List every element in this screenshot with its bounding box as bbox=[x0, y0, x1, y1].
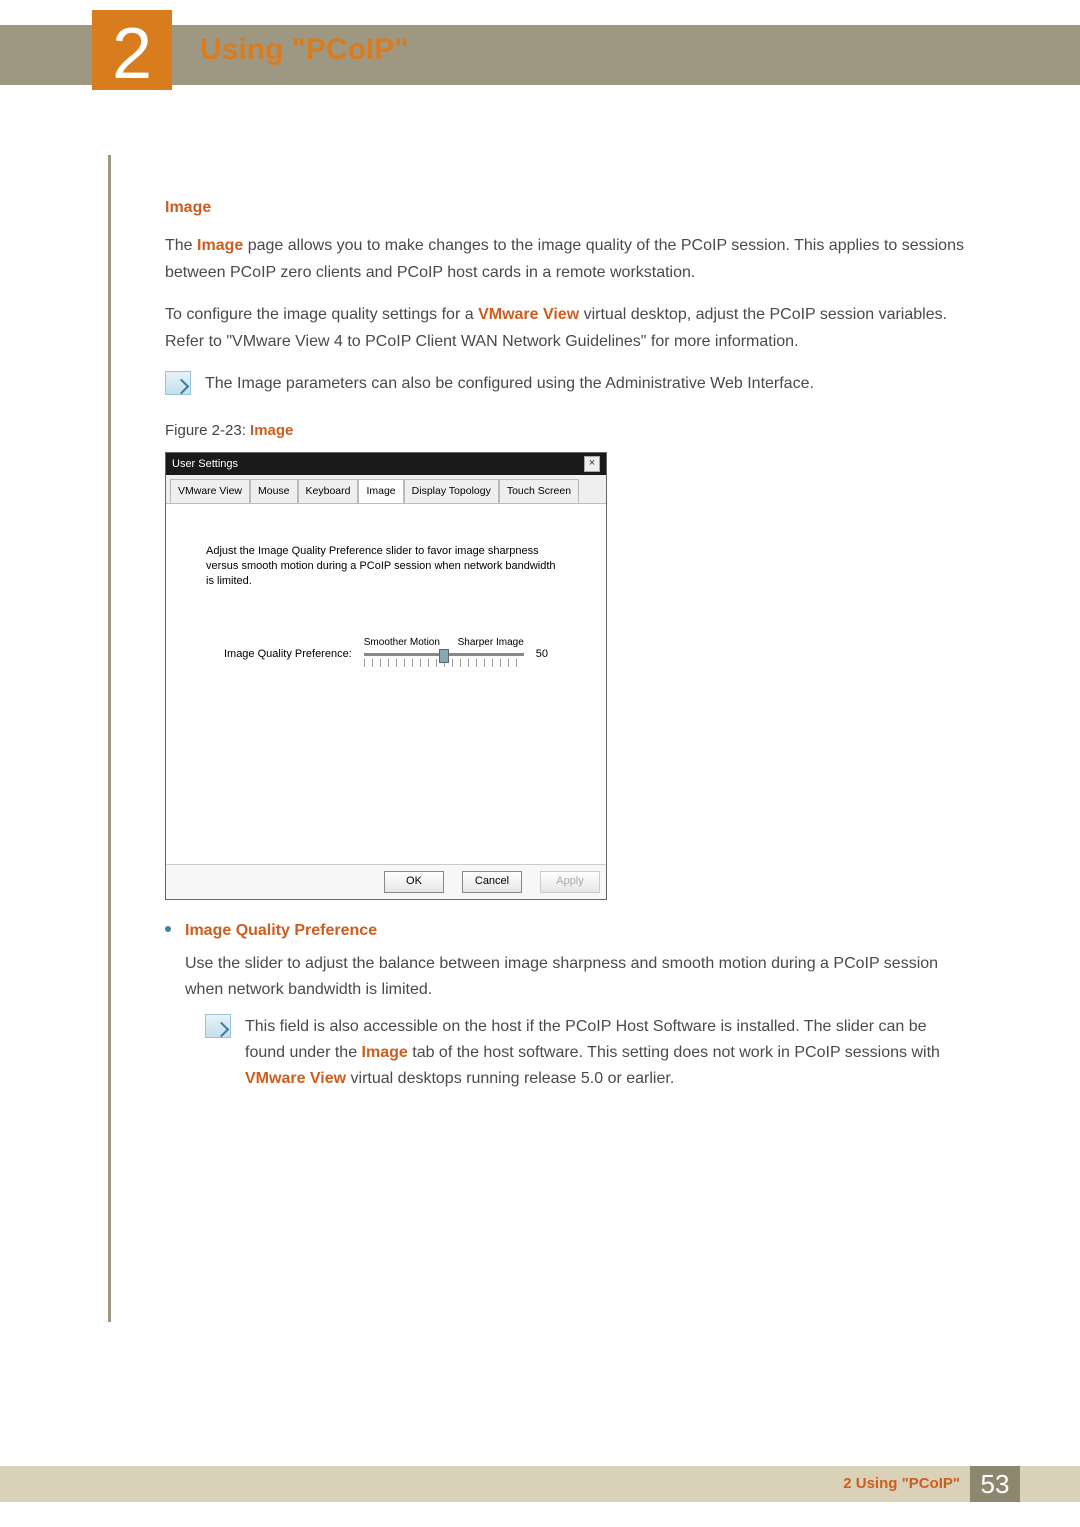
note-text: This field is also accessible on the hos… bbox=[245, 1014, 965, 1093]
dialog-body: Adjust the Image Quality Preference slid… bbox=[166, 504, 606, 864]
text: tab of the host software. This setting d… bbox=[408, 1044, 940, 1061]
slider-min-label: Smoother Motion bbox=[364, 635, 440, 652]
cancel-button[interactable]: Cancel bbox=[462, 871, 522, 893]
text: The bbox=[165, 237, 197, 254]
dialog-titlebar: User Settings × bbox=[166, 453, 606, 475]
user-settings-dialog: User Settings × VMware View Mouse Keyboa… bbox=[165, 452, 607, 900]
footer-chapter-label: 2 Using "PCoIP" bbox=[843, 1466, 960, 1502]
chapter-title: Using "PCoIP" bbox=[200, 33, 408, 67]
text: To configure the image quality settings … bbox=[165, 306, 478, 323]
slider-thumb[interactable] bbox=[439, 649, 449, 663]
dialog-description: Adjust the Image Quality Preference slid… bbox=[206, 544, 566, 589]
bullet-title: Image Quality Preference bbox=[185, 918, 965, 944]
text: virtual desktops running release 5.0 or … bbox=[346, 1070, 674, 1087]
close-icon[interactable]: × bbox=[584, 456, 600, 472]
tab-keyboard[interactable]: Keyboard bbox=[298, 479, 359, 503]
tab-touch-screen[interactable]: Touch Screen bbox=[499, 479, 579, 503]
slider-value: 50 bbox=[536, 635, 548, 663]
note-icon bbox=[165, 371, 191, 395]
page-content: Image The Image page allows you to make … bbox=[165, 195, 965, 1101]
slider-track[interactable] bbox=[364, 653, 524, 656]
section-heading: Image bbox=[165, 195, 965, 221]
note-text: The Image parameters can also be configu… bbox=[205, 371, 814, 397]
note-block: The Image parameters can also be configu… bbox=[165, 371, 965, 397]
slider-row: Image Quality Preference: Smoother Motio… bbox=[190, 635, 582, 668]
image-quality-slider[interactable]: Smoother Motion Sharper Image bbox=[364, 635, 524, 668]
slider-label: Image Quality Preference: bbox=[224, 635, 352, 663]
text: Figure 2-23: bbox=[165, 422, 250, 439]
highlight-image: Image bbox=[362, 1044, 408, 1061]
slider-max-label: Sharper Image bbox=[458, 635, 524, 652]
apply-button[interactable]: Apply bbox=[540, 871, 600, 893]
left-margin-bar bbox=[108, 155, 111, 1322]
bullet-item: Image Quality Preference Use the slider … bbox=[165, 918, 965, 1092]
dialog-tabs: VMware View Mouse Keyboard Image Display… bbox=[166, 475, 606, 504]
footer-page-number: 53 bbox=[970, 1466, 1020, 1502]
note-icon bbox=[205, 1014, 231, 1038]
ok-button[interactable]: OK bbox=[384, 871, 444, 893]
figure-caption: Figure 2-23: Image bbox=[165, 419, 965, 444]
tab-display-topology[interactable]: Display Topology bbox=[404, 479, 499, 503]
tab-mouse[interactable]: Mouse bbox=[250, 479, 298, 503]
tab-image[interactable]: Image bbox=[358, 479, 403, 503]
highlight-image: Image bbox=[197, 237, 243, 254]
page-footer: 2 Using "PCoIP" 53 bbox=[0, 1466, 1080, 1502]
chapter-number: 2 bbox=[92, 10, 172, 90]
bullet-dot-icon bbox=[165, 926, 171, 932]
paragraph: The Image page allows you to make change… bbox=[165, 233, 965, 286]
figure-name: Image bbox=[250, 422, 293, 439]
dialog-button-row: OK Cancel Apply bbox=[166, 864, 606, 899]
highlight-vmware-view: VMware View bbox=[478, 306, 579, 323]
note-block: This field is also accessible on the hos… bbox=[205, 1014, 965, 1093]
bullet-text: Use the slider to adjust the balance bet… bbox=[185, 951, 965, 1004]
tab-vmware-view[interactable]: VMware View bbox=[170, 479, 250, 503]
highlight-vmware-view: VMware View bbox=[245, 1070, 346, 1087]
paragraph: To configure the image quality settings … bbox=[165, 302, 965, 355]
text: page allows you to make changes to the i… bbox=[165, 237, 964, 280]
dialog-title: User Settings bbox=[172, 453, 238, 475]
